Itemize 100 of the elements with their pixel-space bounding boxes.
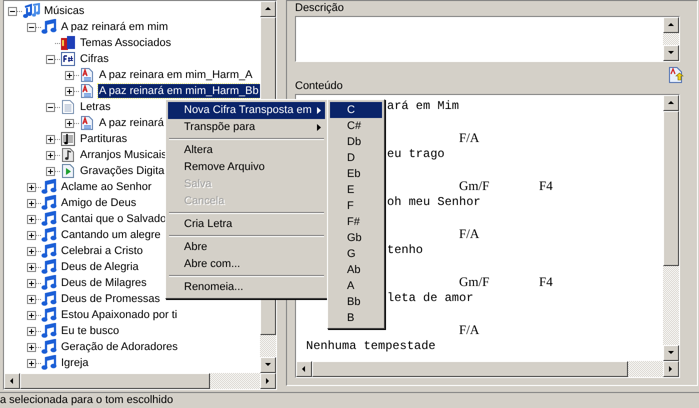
scroll-down-button[interactable] [663, 45, 679, 61]
triangle-up-icon [667, 99, 675, 107]
tree-item[interactable]: Amigo de Deus [60, 196, 138, 210]
menu-item[interactable]: G [330, 246, 382, 262]
music-note-icon [41, 275, 57, 291]
play-document-icon [60, 163, 76, 179]
menu-item[interactable]: Eb [330, 166, 382, 182]
plus-icon [47, 136, 54, 142]
scrollbar-track[interactable] [663, 33, 679, 45]
menu-item[interactable]: Gb [330, 230, 382, 246]
menu-item[interactable]: Db [330, 134, 382, 150]
tree-item[interactable]: A paz reinará em mim [60, 20, 169, 34]
menu-item[interactable]: A [330, 278, 382, 294]
menu-item[interactable]: Nova Cifra Transposta em [168, 102, 325, 119]
music-note-icon [41, 19, 57, 35]
document-upload-icon[interactable] [668, 66, 684, 84]
expand-toggle[interactable] [46, 134, 55, 144]
menu-item[interactable]: B [330, 310, 382, 326]
document-icon [79, 83, 95, 99]
tree-item[interactable]: Geração de Adoradores [60, 340, 179, 354]
tree-item[interactable]: Gravações Digita [79, 164, 166, 178]
expand-toggle[interactable] [46, 166, 55, 176]
page-icon [60, 99, 76, 115]
tree-item[interactable]: Cifras [79, 52, 110, 66]
expand-toggle[interactable] [27, 342, 36, 352]
scroll-down-button[interactable] [663, 345, 679, 361]
plus-icon [28, 264, 35, 270]
menu-item[interactable]: C [330, 102, 382, 118]
plus-icon [66, 120, 73, 126]
tree-item[interactable]: Letras [79, 100, 112, 114]
expand-toggle[interactable] [46, 54, 55, 64]
plus-icon [28, 280, 35, 286]
chord: F4 [539, 274, 553, 289]
tree-item[interactable]: A paz reinara em mim_Harm_A [98, 68, 254, 82]
expand-toggle[interactable] [27, 278, 36, 288]
scrollbar-thumb[interactable] [20, 373, 210, 389]
expand-toggle[interactable] [27, 198, 36, 208]
expand-toggle[interactable] [27, 262, 36, 272]
expand-toggle[interactable] [27, 214, 36, 224]
expand-toggle[interactable] [27, 310, 36, 320]
scroll-up-button[interactable] [663, 95, 679, 111]
tree-item[interactable]: Estou Apaixonado por ti [60, 308, 178, 322]
scroll-left-button[interactable] [4, 373, 20, 389]
lyric-line: Nenhuma tempestade [306, 339, 436, 353]
tree-item[interactable]: A paz reinará em mim_Harm_Bb [98, 84, 260, 98]
tree-item[interactable]: Deus de Milagres [60, 276, 148, 290]
expand-toggle[interactable] [27, 326, 36, 336]
menu-item[interactable]: Ab [330, 262, 382, 278]
tree-item[interactable]: Aclame ao Senhor [60, 180, 152, 194]
tree-item[interactable]: Cantando um alegre [60, 228, 162, 242]
tree-item[interactable]: Eu te busco [60, 324, 120, 338]
expand-toggle[interactable] [27, 22, 36, 32]
music-file-icon [60, 147, 76, 163]
expand-toggle[interactable] [65, 70, 74, 80]
scrollbar-thumb[interactable] [663, 111, 679, 266]
expand-toggle[interactable] [46, 102, 55, 112]
scroll-up-button[interactable] [260, 1, 276, 17]
menu-item[interactable]: E [330, 182, 382, 198]
plus-icon [66, 72, 73, 78]
document-icon [79, 67, 95, 83]
menu-item[interactable]: D [330, 150, 382, 166]
expand-toggle[interactable] [8, 6, 17, 16]
tree-item[interactable]: Arranjos Musicais [79, 148, 168, 162]
expand-toggle[interactable] [27, 246, 36, 256]
tree-item[interactable]: Deus de Alegria [60, 260, 140, 274]
plus-icon [28, 312, 35, 318]
chord: F/A [459, 130, 480, 145]
menu-item[interactable]: F [330, 198, 382, 214]
description-field[interactable] [295, 16, 680, 62]
expand-toggle[interactable] [27, 230, 36, 240]
scroll-right-button[interactable] [663, 361, 679, 377]
music-note-icon [41, 179, 57, 195]
tree-item[interactable]: Deus de Promessas [60, 292, 162, 306]
expand-toggle[interactable] [46, 150, 55, 160]
tree-item[interactable]: Partituras [79, 132, 128, 146]
expand-toggle[interactable] [65, 86, 74, 96]
expand-toggle[interactable] [27, 358, 36, 368]
triangle-down-icon [667, 349, 675, 357]
menu-item[interactable]: C# [330, 118, 382, 134]
tree-item[interactable]: A paz reinará [98, 116, 165, 130]
chord: F4 [539, 178, 553, 193]
triangle-right-icon [667, 365, 675, 373]
scroll-up-button[interactable] [663, 17, 679, 33]
triangle-up-icon [264, 5, 272, 13]
tree-item[interactable]: Cantai que o Salvado [60, 212, 168, 226]
menu-item[interactable]: F# [330, 214, 382, 230]
triangle-left-icon [300, 365, 308, 373]
scroll-left-button[interactable] [296, 361, 312, 377]
expand-toggle[interactable] [65, 118, 74, 128]
expand-toggle[interactable] [27, 294, 36, 304]
content-label: Conteúdo [295, 80, 343, 93]
tree-item[interactable]: Igreja [60, 356, 90, 370]
scroll-down-button[interactable] [260, 357, 276, 373]
expand-toggle[interactable] [27, 182, 36, 192]
tree-item[interactable]: Celebrai a Cristo [60, 244, 144, 258]
menu-item[interactable]: Bb [330, 294, 382, 310]
music-note-icon [41, 291, 57, 307]
tree-item[interactable]: Músicas [43, 4, 86, 18]
tree-item[interactable]: Temas Associados [79, 36, 172, 50]
scroll-right-button[interactable] [260, 373, 276, 389]
